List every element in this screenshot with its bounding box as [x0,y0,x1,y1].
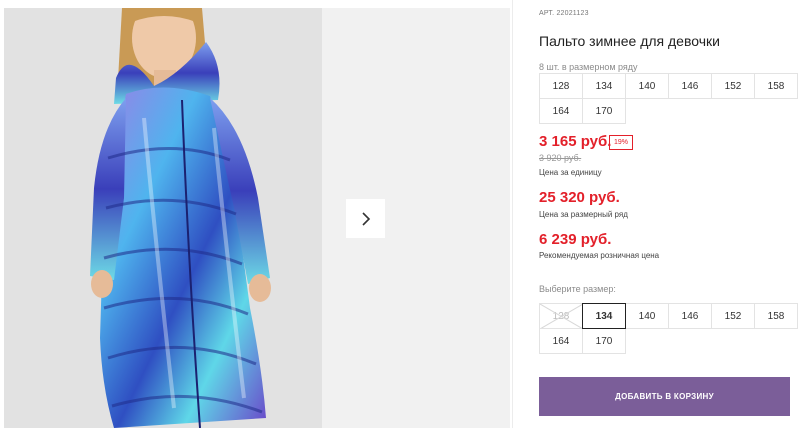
size-row-cell: 170 [582,98,626,124]
product-gallery [0,0,512,428]
sku-line: АРТ. 22021123 [539,10,589,17]
unit-price: 3 165 руб. [539,133,612,150]
size-row-cell: 140 [625,73,669,99]
choose-size-label: Выберите размер: [539,284,616,294]
size-row-grid: 128 134 140 146 152 158 164 170 [539,73,798,124]
size-option[interactable]: 140 [625,303,669,329]
retail-price-caption: Рекомендуемая розничная цена [539,251,660,260]
size-row-cell: 128 [539,73,583,99]
sku-label: АРТ. [539,10,555,17]
size-row-cell: 152 [711,73,755,99]
row-price-caption: Цена за размерный ряд [539,210,628,219]
size-option-selected[interactable]: 134 [582,303,626,329]
size-option[interactable]: 152 [711,303,755,329]
size-option[interactable]: 146 [668,303,712,329]
product-title: Пальто зимнее для девочки [539,33,720,49]
add-to-cart-button[interactable]: Добавить в корзину [539,377,790,416]
next-image-button[interactable] [346,199,385,238]
size-row-cell: 146 [668,73,712,99]
coat-illustration [4,8,322,428]
gallery-side-panel [322,8,510,428]
size-option[interactable]: 164 [539,328,583,354]
discount-badge: 19% [609,135,634,150]
size-option[interactable]: 170 [582,328,626,354]
retail-price: 6 239 руб. [539,231,612,248]
row-price: 25 320 руб. [539,189,620,206]
product-photo[interactable] [4,8,322,428]
column-divider [512,0,513,428]
size-row-caption: 8 шт. в размерном ряду [539,62,638,72]
chevron-right-icon [361,211,370,226]
unavailable-cross-icon [540,304,583,329]
unit-price-caption: Цена за единицу [539,168,602,177]
size-row-cell: 134 [582,73,626,99]
size-row-cell: 164 [539,98,583,124]
size-row-cell: 158 [754,73,798,99]
old-price: 3 920 руб. [539,153,582,163]
size-option[interactable]: 158 [754,303,798,329]
size-selector: 128 134 140 146 152 158 164 170 [539,303,798,354]
size-option-disabled: 128 [539,303,583,329]
sku-value: 22021123 [556,10,589,17]
